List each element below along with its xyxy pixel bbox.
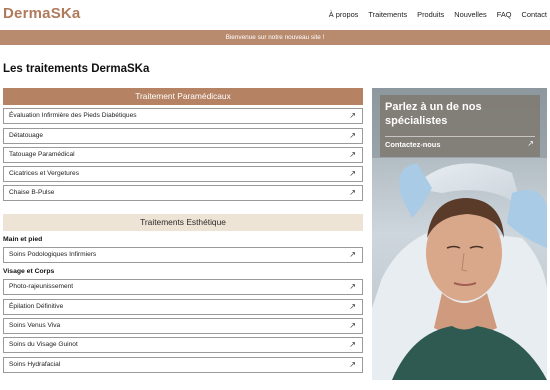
arrow-up-right-icon: ↗ [349, 301, 356, 311]
arrow-up-right-icon: ↗ [349, 188, 356, 198]
group-heading-visage-corps: Visage et Corps [3, 268, 55, 276]
treatment-label: Cicatrices et Vergetures [9, 170, 79, 178]
treatment-item[interactable]: Chaise B-Pulse ↗ [3, 185, 363, 202]
treatment-label: Soins Hydrafacial [9, 360, 61, 368]
specialist-promo-card[interactable]: Parlez à un de nos spécialistes Contacte… [372, 88, 547, 380]
page-title: Les traitements DermaSKa [3, 63, 150, 75]
treatment-item[interactable]: Épilation Définitive ↗ [3, 298, 363, 315]
group-heading-main-pied: Main et pied [3, 236, 43, 244]
nav-link-contact[interactable]: Contact [522, 10, 547, 19]
announcement-banner: Bienvenue sur notre nouveau site ! [0, 30, 550, 45]
treatments-column: Traitement Paramédicaux Évaluation Infir… [3, 88, 363, 373]
contact-overlay: Parlez à un de nos spécialistes Contacte… [380, 95, 540, 157]
paramedical-section-header: Traitement Paramédicaux [3, 88, 363, 105]
arrow-up-right-icon: ↗ [349, 111, 356, 121]
treatment-label: Photo-rajeunissement [9, 283, 74, 291]
treatment-item[interactable]: Soins du Visage Guinot ↗ [3, 337, 363, 354]
treatment-item[interactable]: Tatouage Paramédical ↗ [3, 146, 363, 163]
treatment-label: Évaluation Infirmière des Pieds Diabétiq… [9, 112, 137, 120]
treatment-item[interactable]: Cicatrices et Vergetures ↗ [3, 166, 363, 183]
treatment-item[interactable]: Soins Podologiques Infirmiers ↗ [3, 247, 363, 264]
arrow-up-right-icon: ↗ [349, 359, 356, 369]
treatment-label: Tatouage Paramédical [9, 150, 75, 158]
arrow-up-right-icon: ↗ [349, 250, 356, 260]
nav-link-a-propos[interactable]: À propos [329, 10, 359, 19]
treatment-item[interactable]: Soins Hydrafacial ↗ [3, 356, 363, 373]
treatment-item[interactable]: Détatouage ↗ [3, 127, 363, 144]
treatment-label: Soins du Visage Guinot [9, 341, 78, 349]
arrow-up-right-icon: ↗ [349, 340, 356, 350]
arrow-up-right-icon: ↗ [349, 130, 356, 140]
nav-link-nouvelles[interactable]: Nouvelles [454, 10, 486, 19]
arrow-up-right-icon: ↗ [527, 139, 534, 148]
arrow-up-right-icon: ↗ [349, 169, 356, 179]
esthetic-section-header: Traitements Esthétique [3, 214, 363, 232]
overlay-title: Parlez à un de nos spécialistes [385, 101, 482, 127]
nav-link-faq[interactable]: FAQ [497, 10, 512, 19]
treatment-item[interactable]: Photo-rajeunissement ↗ [3, 279, 363, 296]
treatment-item[interactable]: Soins Venus Viva ↗ [3, 318, 363, 335]
treatment-label: Chaise B-Pulse [9, 189, 55, 197]
nav-link-traitements[interactable]: Traitements [368, 10, 407, 19]
treatment-label: Détatouage [9, 131, 44, 139]
site-logo[interactable]: DermaSKa [3, 5, 80, 22]
arrow-up-right-icon: ↗ [349, 282, 356, 292]
nav-link-produits[interactable]: Produits [417, 10, 444, 19]
arrow-up-right-icon: ↗ [349, 149, 356, 159]
arrow-up-right-icon: ↗ [349, 321, 356, 331]
treatment-item[interactable]: Évaluation Infirmière des Pieds Diabétiq… [3, 108, 363, 125]
divider [385, 136, 535, 137]
site-header: DermaSKa À propos Traitements Produits N… [0, 0, 550, 30]
contact-link[interactable]: Contactez-nous [385, 140, 440, 149]
treatment-label: Soins Podologiques Infirmiers [9, 251, 97, 259]
treatment-label: Soins Venus Viva [9, 322, 61, 330]
treatment-label: Épilation Définitive [9, 302, 64, 310]
main-nav: À propos Traitements Produits Nouvelles … [319, 10, 547, 19]
